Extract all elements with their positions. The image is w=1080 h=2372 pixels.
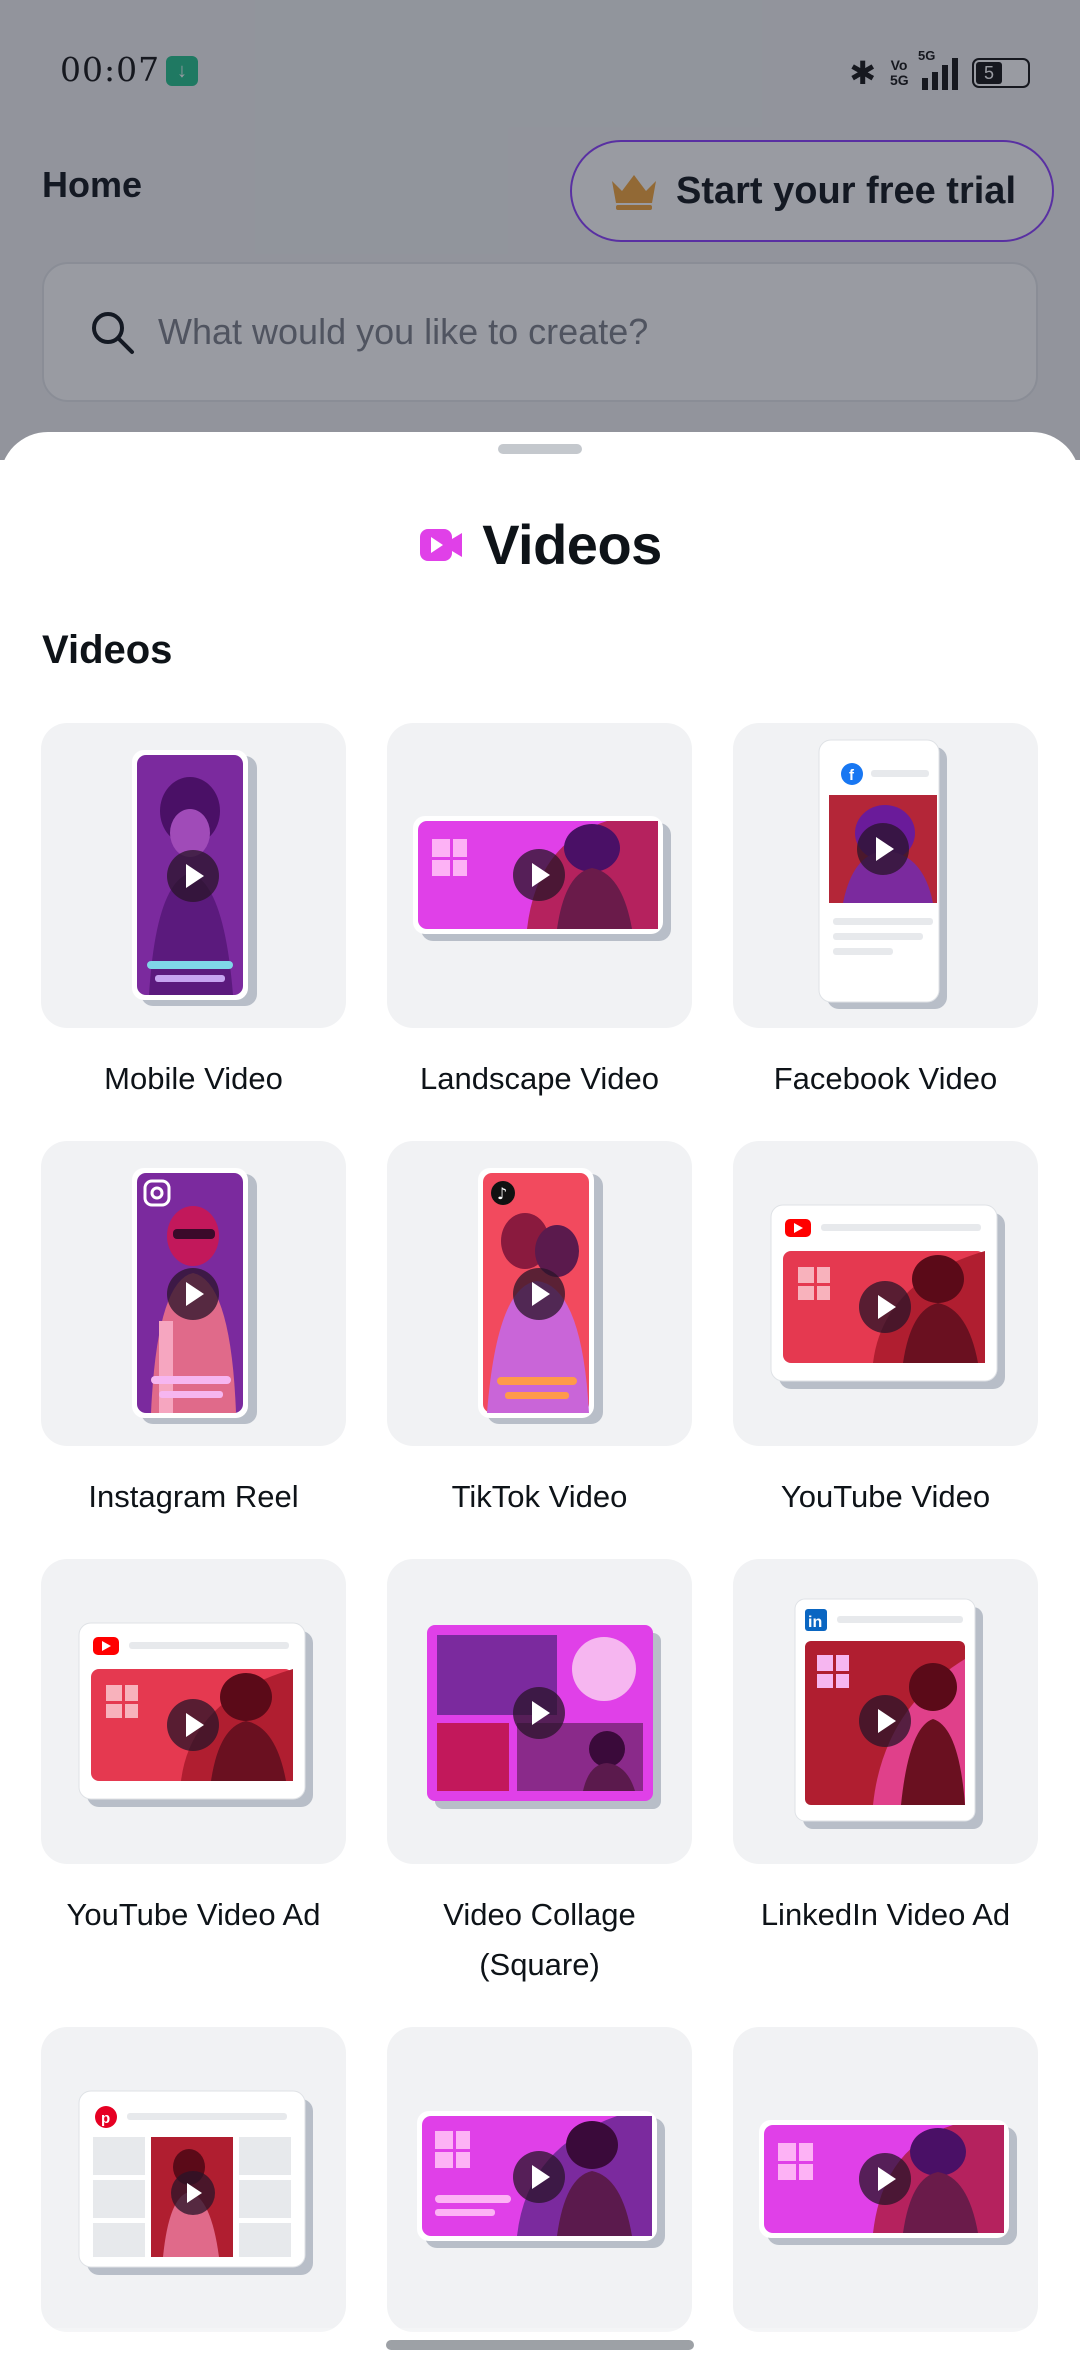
videos-bottom-sheet: Videos Videos Mobile Video Landscape Vid… [0,432,1080,2372]
mobile-video-thumbnail [41,723,346,1028]
sheet-title: Videos [0,512,1080,577]
video-camera-icon [420,528,463,561]
template-label: YouTube Video Ad [66,1897,321,1932]
template-card-youtube-video-ad[interactable]: YouTube Video Ad [41,1559,346,1940]
section-heading: Videos [42,628,173,672]
template-card-landscape-video-alt[interactable] [733,2027,1038,2332]
template-card-video-collage[interactable]: Video Collage (Square) [387,1559,692,1990]
gesture-navigation-bar[interactable] [386,2340,694,2350]
template-label: TikTok Video [451,1479,628,1514]
pinterest-video-thumbnail: p [41,2027,346,2332]
instagram-reel-thumbnail [41,1141,346,1446]
template-label: LinkedIn Video Ad [760,1897,1011,1932]
template-card-tiktok-video[interactable]: ♪ TikTok Video [387,1141,692,1522]
youtube-video-thumbnail [733,1141,1038,1446]
svg-text:♪: ♪ [497,1184,507,1203]
template-label: YouTube Video [780,1479,991,1514]
landscape-video-thumbnail [387,723,692,1028]
template-label: Landscape Video [419,1061,660,1096]
home-screen: 00:07 ↓ ✱ Vo 5G 5G 5 Home Start your free… [0,0,1080,460]
video-collage-thumbnail [387,1559,692,1864]
template-label: Mobile Video [104,1061,283,1096]
facebook-video-thumbnail: f [733,723,1038,1028]
sheet-title-text: Videos [482,513,662,576]
template-label: Video Collage (Square) [443,1897,636,1982]
template-label: Facebook Video [773,1061,998,1096]
landscape-video-alt-thumbnail [733,2027,1038,2332]
template-card-youtube-video[interactable]: YouTube Video [733,1141,1038,1522]
linkedin-video-ad-thumbnail: in [733,1559,1038,1864]
modal-scrim[interactable] [0,0,1080,460]
template-card-landscape-video[interactable]: Landscape Video [387,723,692,1104]
bottom-fade [0,2328,1080,2372]
template-card-facebook-video[interactable]: f Facebook Video [733,723,1038,1104]
sheet-drag-handle[interactable] [498,444,582,454]
template-label: Instagram Reel [88,1479,299,1514]
svg-text:p: p [101,2110,110,2127]
template-card-mobile-video[interactable]: Mobile Video [41,723,346,1104]
svg-text:in: in [808,1614,822,1631]
tiktok-video-thumbnail: ♪ [387,1141,692,1446]
template-card-pinterest-video[interactable]: p [41,2027,346,2332]
landscape-video-text-thumbnail [387,2027,692,2332]
template-card-linkedin-video-ad[interactable]: in LinkedIn Video Ad [733,1559,1038,1940]
template-card-instagram-reel[interactable]: Instagram Reel [41,1141,346,1522]
youtube-video-ad-thumbnail [41,1559,346,1864]
template-card-landscape-video-text[interactable] [387,2027,692,2332]
